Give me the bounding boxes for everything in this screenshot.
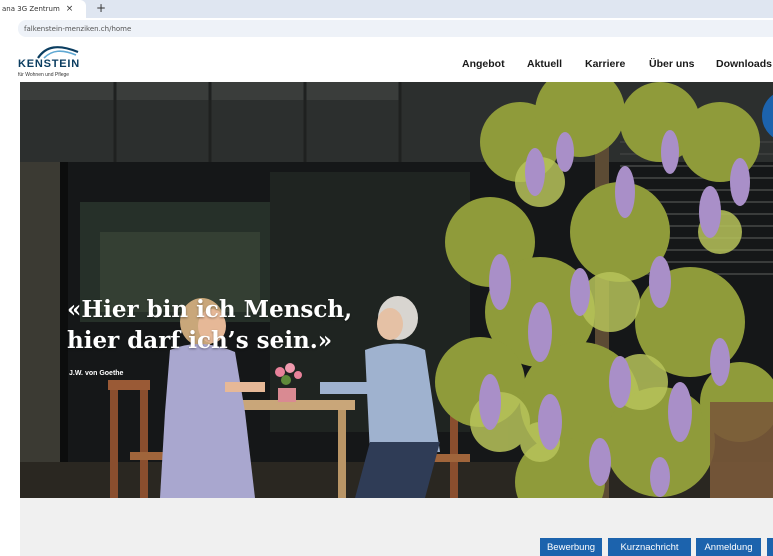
close-icon[interactable]: × bbox=[66, 4, 74, 14]
nav-item-ueber-uns[interactable]: Über uns bbox=[649, 58, 695, 70]
nav-item-downloads[interactable]: Downloads bbox=[716, 58, 772, 70]
nav-item-aktuell[interactable]: Aktuell bbox=[527, 58, 562, 70]
url-text: falkenstein-menziken.ch/home bbox=[24, 24, 132, 33]
nav-item-karriere[interactable]: Karriere bbox=[585, 58, 625, 70]
logo-subtitle: für Wohnen und Pflege bbox=[18, 72, 70, 78]
logo-name: KENSTEIN bbox=[18, 58, 81, 70]
address-bar[interactable]: falkenstein-menziken.ch/home bbox=[18, 20, 773, 37]
hero-quote-author: J.W. von Goethe bbox=[69, 370, 124, 377]
browser-tab[interactable]: ana 3G Zentrum × bbox=[0, 0, 86, 18]
more-button[interactable] bbox=[767, 538, 773, 556]
bewerbung-button[interactable]: Bewerbung bbox=[540, 538, 602, 556]
kurznachricht-button[interactable]: Kurznachricht bbox=[608, 538, 691, 556]
hero-quote-line1: «Hier bin ich Mensch, bbox=[67, 296, 353, 323]
hero-quote-line2: hier darf ich’s sein.» bbox=[67, 327, 333, 354]
anmeldung-button[interactable]: Anmeldung bbox=[696, 538, 761, 556]
site-logo[interactable]: KENSTEIN für Wohnen und Pflege bbox=[18, 44, 98, 80]
hero-image: «Hier bin ich Mensch, hier darf ich’s se… bbox=[20, 82, 773, 498]
browser-tab-title: ana 3G Zentrum bbox=[2, 5, 60, 13]
browser-tab-bar: ana 3G Zentrum × + bbox=[0, 0, 773, 18]
new-tab-icon[interactable]: + bbox=[96, 1, 106, 15]
nav-item-angebot[interactable]: Angebot bbox=[462, 58, 505, 70]
hero-quote: «Hier bin ich Mensch, hier darf ich’s se… bbox=[67, 294, 352, 356]
